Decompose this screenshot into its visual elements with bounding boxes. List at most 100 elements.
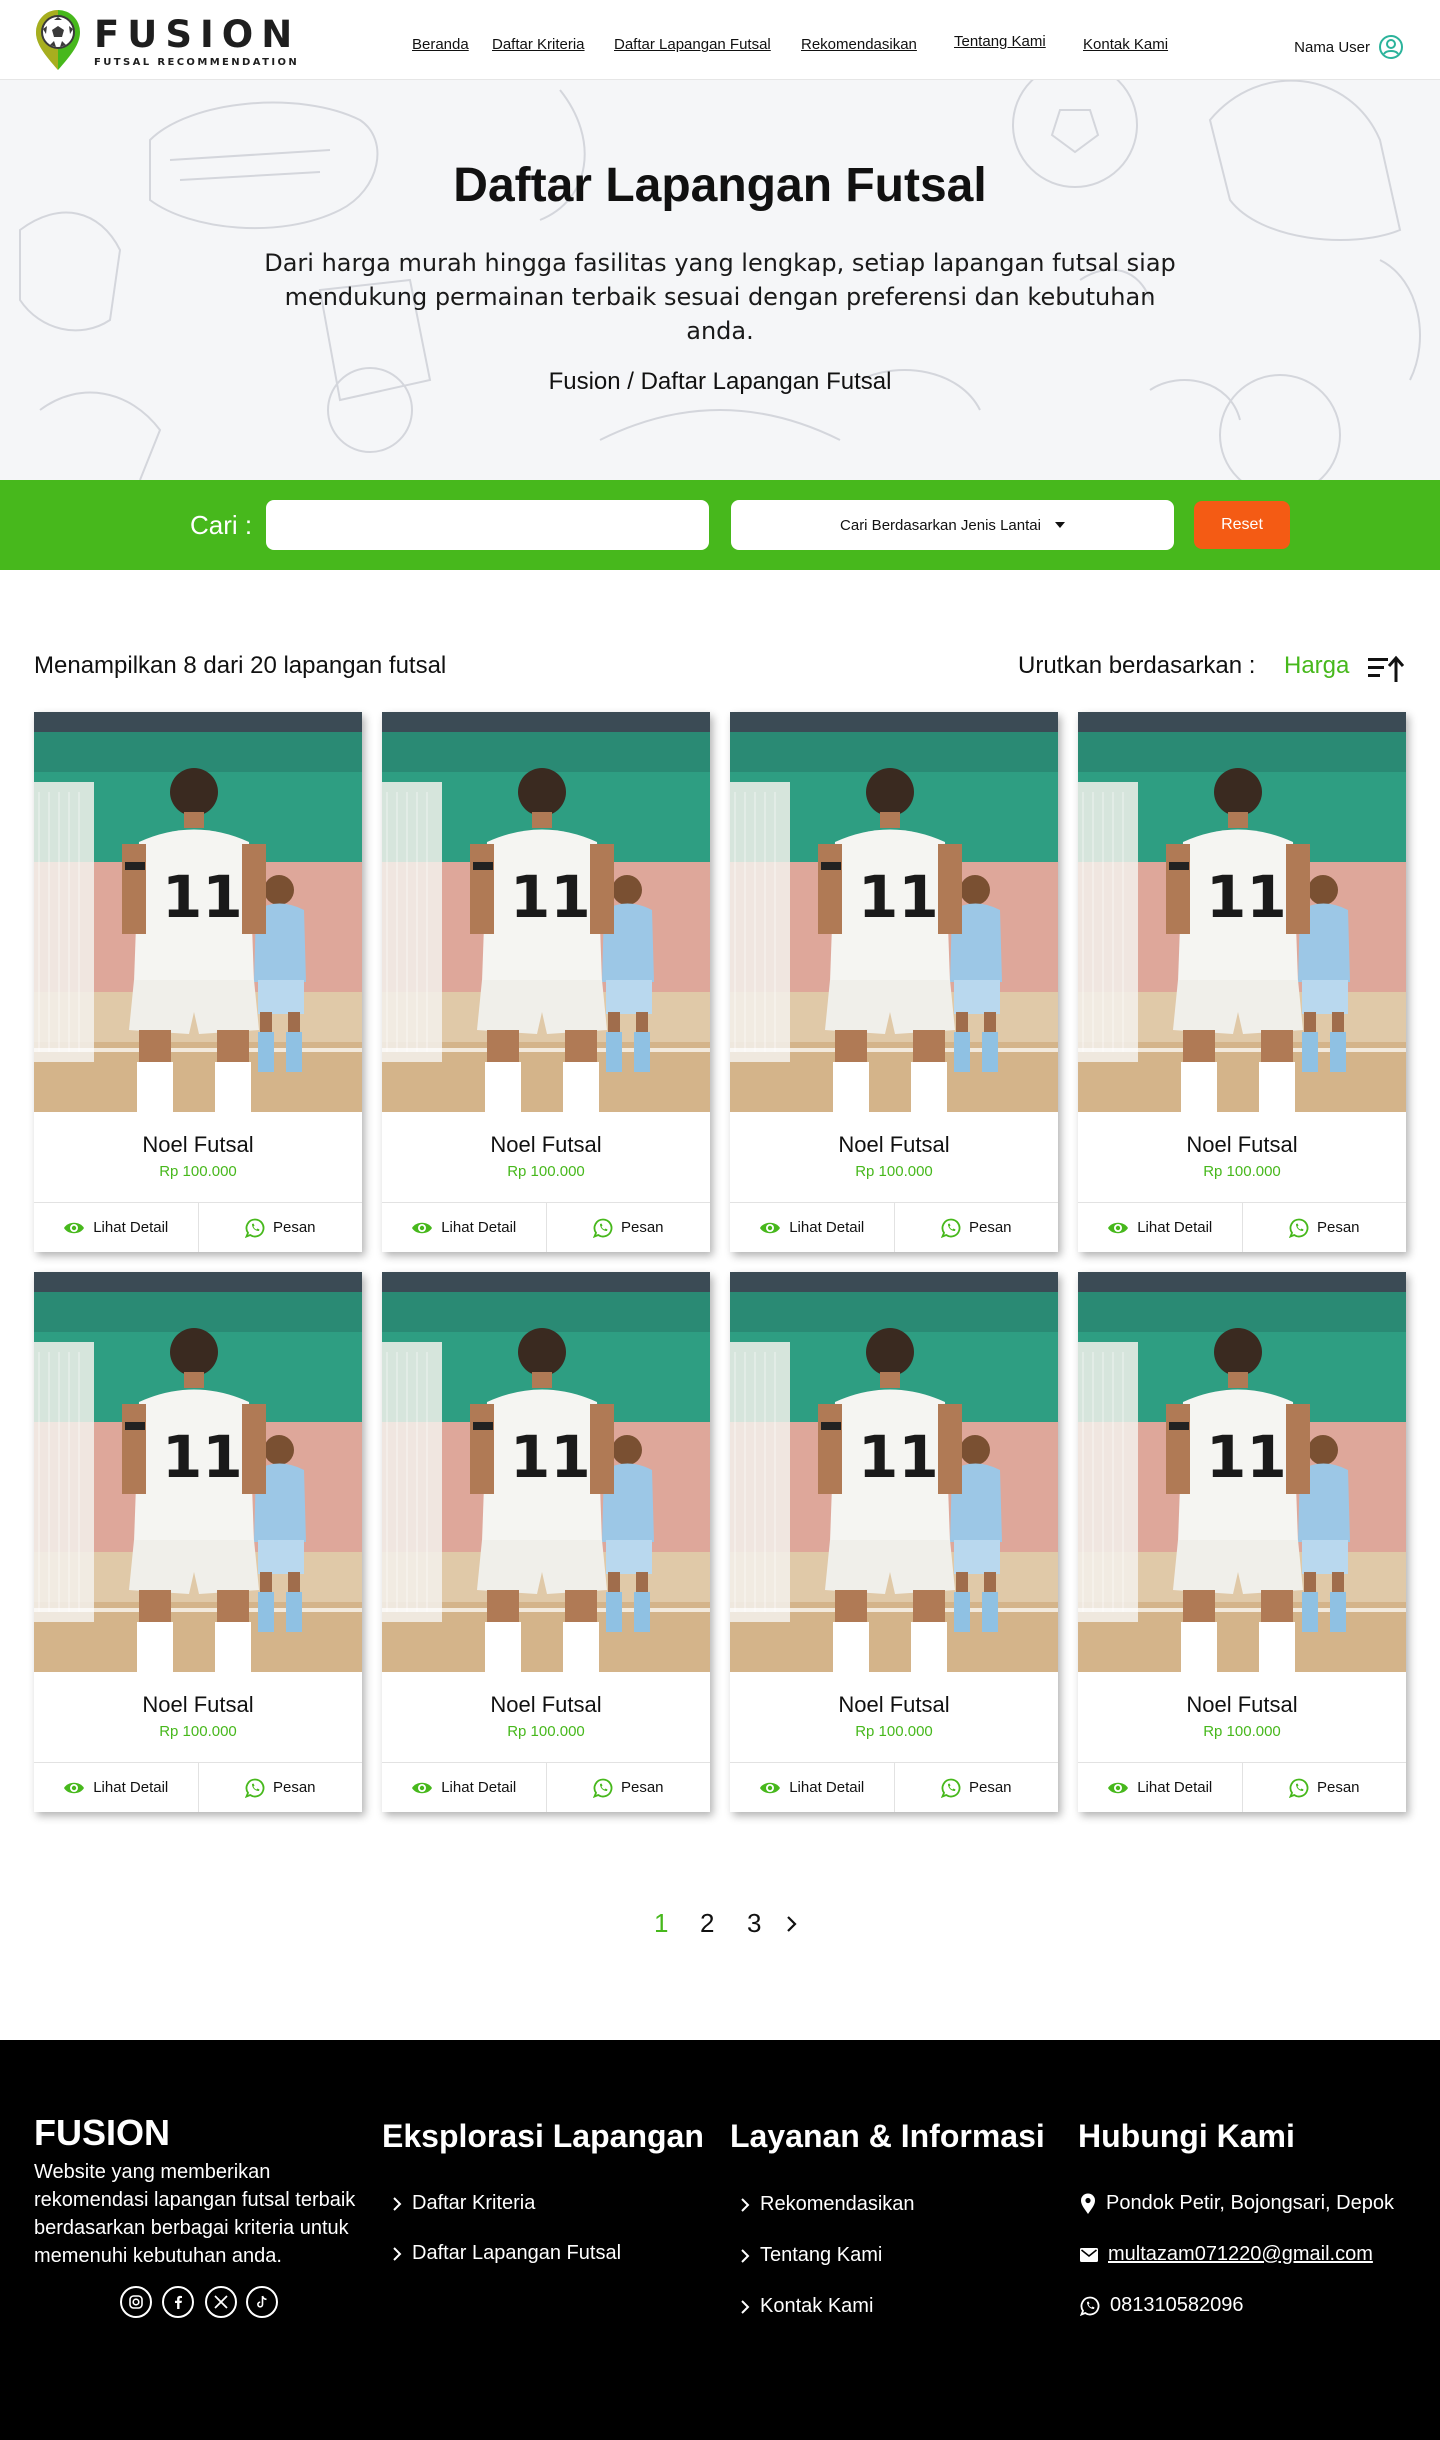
search-input[interactable] <box>266 500 709 550</box>
nav-link-beranda[interactable]: Beranda <box>412 36 469 53</box>
contact-phone[interactable]: 081310582096 <box>1080 2294 1243 2317</box>
footer-link-daftar-lapangan[interactable]: Daftar Lapangan Futsal <box>392 2242 621 2265</box>
reset-button[interactable]: Reset <box>1194 501 1290 549</box>
nav-link-daftar-lapangan[interactable]: Daftar Lapangan Futsal <box>614 36 771 53</box>
whatsapp-icon <box>592 1778 613 1798</box>
svg-text:11: 11 <box>510 1423 591 1491</box>
footer-description: Website yang memberikan rekomendasi lapa… <box>34 2161 356 2267</box>
order-label: Pesan <box>968 1219 1012 1236</box>
contact-email[interactable]: multazam071220@gmail.com <box>1080 2243 1373 2266</box>
nav-link-rekomendasikan[interactable]: Rekomendasikan <box>801 36 917 53</box>
field-photo[interactable]: 11 <box>34 712 362 1112</box>
footer-link-daftar-kriteria[interactable]: Daftar Kriteria <box>392 2192 535 2215</box>
eye-icon <box>64 1782 85 1793</box>
view-detail-label: Lihat Detail <box>789 1219 865 1236</box>
page-1-button[interactable]: 1 <box>654 1908 668 1939</box>
field-photo[interactable]: 11 <box>382 1272 710 1672</box>
field-card[interactable]: 11 Noel Futsal Rp 100.000 Lihat Detail P… <box>1078 1272 1406 1812</box>
eye-icon <box>760 1782 781 1793</box>
order-button[interactable]: Pesan <box>893 1763 1059 1812</box>
view-detail-button[interactable]: Lihat Detail <box>382 1763 546 1812</box>
nav-link-kontak-kami[interactable]: Kontak Kami <box>1083 36 1168 53</box>
footer-link-rekomendasikan[interactable]: Rekomendasikan <box>740 2193 915 2216</box>
view-detail-button[interactable]: Lihat Detail <box>34 1763 198 1812</box>
field-photo[interactable]: 11 <box>382 712 710 1112</box>
view-detail-button[interactable]: Lihat Detail <box>1078 1763 1242 1812</box>
field-photo[interactable]: 11 <box>730 1272 1058 1672</box>
footer-link-kontak-kami[interactable]: Kontak Kami <box>740 2295 873 2318</box>
view-detail-button[interactable]: Lihat Detail <box>382 1203 546 1252</box>
field-card[interactable]: 11 Noel Futsal Rp 100.000 Lihat Detail P… <box>730 1272 1058 1812</box>
instagram-icon[interactable] <box>120 2286 152 2318</box>
x-icon[interactable] <box>205 2286 237 2318</box>
view-detail-button[interactable]: Lihat Detail <box>730 1763 894 1812</box>
view-detail-button[interactable]: Lihat Detail <box>730 1203 894 1252</box>
eye-icon <box>64 1222 85 1233</box>
order-button[interactable]: Pesan <box>1241 1203 1407 1252</box>
sort-ascending-icon[interactable] <box>1368 652 1404 684</box>
field-photo[interactable]: 11 <box>1078 1272 1406 1672</box>
field-name: Noel Futsal <box>1186 1692 1298 1717</box>
field-name: Noel Futsal <box>142 1132 254 1157</box>
field-price: Rp 100.000 <box>159 1163 237 1180</box>
svg-text:11: 11 <box>1206 863 1287 931</box>
field-name: Noel Futsal <box>490 1692 602 1717</box>
user-menu[interactable]: Nama User <box>1294 34 1404 60</box>
svg-text:11: 11 <box>162 863 243 931</box>
order-button[interactable]: Pesan <box>545 1763 711 1812</box>
sort-field[interactable]: Harga <box>1284 652 1349 680</box>
field-price: Rp 100.000 <box>159 1723 237 1740</box>
view-detail-button[interactable]: Lihat Detail <box>1078 1203 1242 1252</box>
card-actions: Lihat Detail Pesan <box>382 1202 710 1252</box>
whatsapp-icon <box>1288 1778 1309 1798</box>
nav-link-tentang-kami[interactable]: Tentang Kami <box>954 33 1046 50</box>
floor-type-select[interactable]: Cari Berdasarkan Jenis Lantai <box>731 500 1174 550</box>
whatsapp-icon <box>592 1218 613 1238</box>
facebook-icon[interactable] <box>162 2286 194 2318</box>
field-price: Rp 100.000 <box>855 1163 933 1180</box>
field-name: Noel Futsal <box>142 1692 254 1717</box>
field-card[interactable]: 11 Noel Futsal Rp 100.000 Lihat Detail P… <box>34 1272 362 1812</box>
order-button[interactable]: Pesan <box>893 1203 1059 1252</box>
order-label: Pesan <box>1316 1219 1360 1236</box>
field-card[interactable]: 11 Noel Futsal Rp 100.000 Lihat Detail P… <box>1078 712 1406 1252</box>
breadcrumb[interactable]: Fusion / Daftar Lapangan Futsal <box>0 368 1440 396</box>
order-button[interactable]: Pesan <box>197 1763 363 1812</box>
page-3-button[interactable]: 3 <box>747 1908 761 1939</box>
field-name: Noel Futsal <box>490 1132 602 1157</box>
floor-type-select-label: Cari Berdasarkan Jenis Lantai <box>840 516 1041 534</box>
eye-icon <box>760 1222 781 1233</box>
field-card[interactable]: 11 Noel Futsal Rp 100.000 Lihat Detail P… <box>730 712 1058 1252</box>
field-photo[interactable]: 11 <box>1078 712 1406 1112</box>
order-button[interactable]: Pesan <box>197 1203 363 1252</box>
order-label: Pesan <box>272 1779 316 1796</box>
nav-link-daftar-kriteria[interactable]: Daftar Kriteria <box>492 36 585 53</box>
page-2-button[interactable]: 2 <box>700 1908 714 1939</box>
field-card[interactable]: 11 Noel Futsal Rp 100.000 Lihat Detail P… <box>34 712 362 1252</box>
result-count: Menampilkan 8 dari 20 lapangan futsal <box>34 652 447 679</box>
field-card[interactable]: 11 Noel Futsal Rp 100.000 Lihat Detail P… <box>382 712 710 1252</box>
card-actions: Lihat Detail Pesan <box>730 1762 1058 1812</box>
pagination: 1 2 3 <box>0 1908 1440 1948</box>
view-detail-label: Lihat Detail <box>441 1779 517 1796</box>
order-button[interactable]: Pesan <box>545 1203 711 1252</box>
card-actions: Lihat Detail Pesan <box>1078 1762 1406 1812</box>
field-photo[interactable]: 11 <box>730 712 1058 1112</box>
footer-link-tentang-kami[interactable]: Tentang Kami <box>740 2244 882 2267</box>
footer-contact-heading: Hubungi Kami <box>1078 2118 1295 2154</box>
order-label: Pesan <box>1316 1779 1360 1796</box>
whatsapp-icon <box>1080 2296 1100 2316</box>
chevron-right-icon[interactable] <box>784 1914 800 1934</box>
tiktok-icon[interactable] <box>246 2286 278 2318</box>
footer: FUSION Website yang memberikan rekomenda… <box>0 2040 1440 2440</box>
chevron-right-icon <box>741 2248 750 2263</box>
card-actions: Lihat Detail Pesan <box>34 1202 362 1252</box>
order-button[interactable]: Pesan <box>1241 1763 1407 1812</box>
field-card[interactable]: 11 Noel Futsal Rp 100.000 Lihat Detail P… <box>382 1272 710 1812</box>
page-description: Dari harga murah hingga fasilitas yang l… <box>264 249 1176 345</box>
eye-icon <box>1108 1222 1129 1233</box>
view-detail-label: Lihat Detail <box>1137 1219 1213 1236</box>
navbar: FUSION FUTSAL RECOMMENDATION Beranda Daf… <box>0 0 1440 80</box>
view-detail-button[interactable]: Lihat Detail <box>34 1203 198 1252</box>
field-photo[interactable]: 11 <box>34 1272 362 1672</box>
